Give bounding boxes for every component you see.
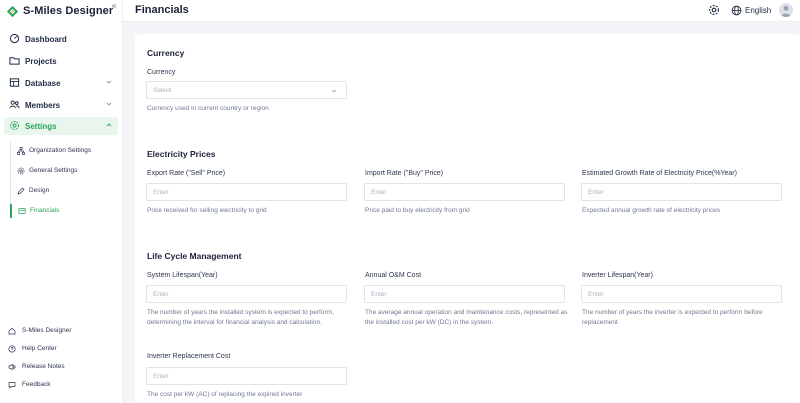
- collapse-sidebar-icon[interactable]: «: [111, 1, 117, 12]
- submenu-item-general-settings[interactable]: General Settings: [11, 164, 119, 178]
- submenu-item-label: General Settings: [29, 167, 78, 174]
- language-label: English: [745, 5, 772, 15]
- growth-rate-label: Estimated Growth Rate of Electricity Pri…: [582, 170, 737, 177]
- currency-label: Currency: [147, 69, 176, 76]
- chevron-up-icon: [106, 123, 112, 127]
- submenu-item-label: Design: [29, 187, 50, 194]
- currency-select-placeholder: Select: [153, 87, 172, 94]
- settings-submenu: Organization Settings General Settings D…: [10, 142, 118, 218]
- system-lifespan-input[interactable]: [146, 285, 347, 303]
- help-icon: [8, 345, 16, 353]
- currency-help: Currency used in current country or regi…: [147, 105, 269, 112]
- page-title: Financials: [135, 4, 189, 16]
- annual-om-cost-input[interactable]: [364, 285, 565, 303]
- database-icon: [9, 78, 20, 87]
- globe-icon: [731, 5, 742, 15]
- language-selector[interactable]: English: [731, 4, 771, 16]
- growth-rate-input[interactable]: [581, 183, 782, 201]
- brand-logo-icon: [6, 5, 19, 17]
- export-rate-input[interactable]: [146, 183, 347, 201]
- system-lifespan-help: The number of years the installed system…: [147, 309, 334, 326]
- chevron-down-icon: [331, 89, 337, 93]
- sidebar-item-settings[interactable]: Settings: [4, 117, 118, 135]
- sidebar-item-database[interactable]: Database: [4, 74, 118, 92]
- brand[interactable]: S-Miles Designer: [6, 3, 113, 19]
- gear-icon: [10, 121, 19, 130]
- footer-item-help-center[interactable]: Help Center: [6, 342, 116, 356]
- annual-om-cost-help: The average annual operation and mainten…: [365, 309, 568, 326]
- footer-item-label: Help Center: [22, 345, 57, 352]
- feedback-icon: [8, 382, 16, 389]
- folder-icon: [9, 57, 20, 65]
- growth-rate-help: Expected annual growth rate of electrici…: [582, 207, 721, 214]
- top-header: Financials English: [123, 0, 800, 22]
- submenu-item-organization-settings[interactable]: Organization Settings: [11, 144, 119, 158]
- sidebar-item-label: Dashboard: [25, 34, 67, 44]
- submenu-item-design[interactable]: Design: [11, 184, 119, 198]
- footer-item-label: S-Miles Designer: [22, 327, 72, 334]
- import-rate-input[interactable]: [364, 183, 565, 201]
- section-title-electricity-prices: Electricity Prices: [147, 149, 216, 159]
- sidebar-item-dashboard[interactable]: Dashboard: [4, 30, 118, 48]
- system-lifespan-label: System Lifespan(Year): [147, 272, 218, 279]
- import-rate-help: Price paid to buy electricity from grid: [365, 207, 470, 214]
- brand-name: S-Miles Designer: [23, 5, 114, 17]
- footer-item-release-notes[interactable]: Release Notes: [6, 360, 116, 374]
- org-icon: [17, 147, 25, 155]
- sidebar-item-label: Members: [25, 100, 61, 110]
- avatar[interactable]: [779, 3, 793, 17]
- inverter-replacement-cost-help: The cost per kW (AC) of replacing the ex…: [147, 391, 303, 398]
- sidebar: S-Miles Designer « Dashboard Projects Da…: [0, 0, 123, 403]
- inverter-lifespan-input[interactable]: [581, 285, 782, 303]
- members-icon: [9, 100, 20, 109]
- submenu-item-label: Financials: [30, 207, 60, 214]
- general-settings-icon: [17, 167, 25, 175]
- release-notes-icon: [8, 363, 16, 371]
- dashboard-icon: [9, 33, 20, 44]
- inverter-replacement-cost-input[interactable]: [146, 367, 347, 385]
- export-rate-label: Export Rate ("Sell" Price): [147, 170, 226, 177]
- chevron-down-icon: [106, 102, 112, 106]
- financials-card: Currency Currency Select Currency used i…: [135, 34, 800, 403]
- sidebar-item-members[interactable]: Members: [4, 96, 118, 114]
- financials-icon: [18, 208, 26, 214]
- submenu-item-financials[interactable]: Financials: [10, 204, 118, 218]
- submenu-item-label: Organization Settings: [29, 147, 92, 154]
- section-title-currency: Currency: [147, 48, 185, 58]
- inverter-replacement-cost-label: Inverter Replacement Cost: [147, 353, 231, 360]
- inverter-lifespan-help: The number of years the inverter is expe…: [582, 309, 763, 326]
- footer-item-label: Feedback: [22, 381, 51, 388]
- sidebar-item-label: Settings: [25, 121, 57, 131]
- inverter-lifespan-label: Inverter Lifespan(Year): [582, 272, 653, 279]
- sidebar-item-projects[interactable]: Projects: [4, 52, 118, 70]
- section-title-life-cycle: Life Cycle Management: [147, 251, 242, 261]
- settings-icon[interactable]: [708, 4, 720, 16]
- annual-om-cost-label: Annual O&M Cost: [365, 272, 422, 279]
- export-rate-help: Price received for selling electricity t…: [147, 207, 267, 214]
- design-icon: [17, 187, 25, 195]
- footer-item-feedback[interactable]: Feedback: [6, 378, 116, 392]
- sidebar-item-label: Database: [25, 78, 61, 88]
- sidebar-item-label: Projects: [25, 56, 57, 66]
- home-icon: [8, 327, 16, 335]
- currency-select[interactable]: Select: [146, 81, 347, 99]
- user-avatar-icon: [781, 5, 791, 17]
- footer-item-label: Release Notes: [22, 363, 65, 370]
- import-rate-label: Import Rate ("Buy" Price): [365, 170, 444, 177]
- footer-item-s-miles-designer[interactable]: S-Miles Designer: [6, 324, 116, 338]
- chevron-down-icon: [106, 80, 112, 84]
